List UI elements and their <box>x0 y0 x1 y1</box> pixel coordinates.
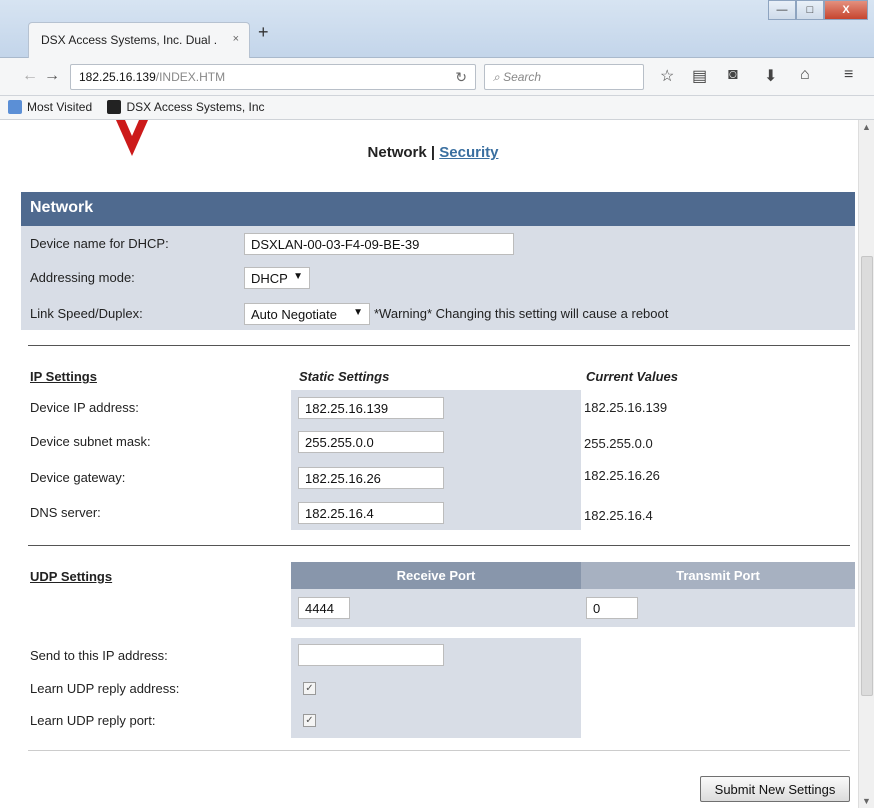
device-ip-current: 182.25.16.139 <box>584 400 668 415</box>
subnet-mask-label: Device subnet mask: <box>30 434 151 449</box>
send-to-ip-input[interactable] <box>298 644 444 666</box>
divider <box>28 545 850 546</box>
udp-ports-panel <box>291 589 855 627</box>
dns-server-input[interactable]: 182.25.16.4 <box>298 502 444 524</box>
link-speed-label: Link Speed/Duplex: <box>30 306 143 321</box>
udp-settings-heading: UDP Settings <box>30 569 113 584</box>
scroll-up-icon[interactable]: ▲ <box>862 122 871 132</box>
bookmarks-toolbar: Most Visited DSX Access Systems, Inc <box>0 96 874 120</box>
transmit-port-input[interactable]: 0 <box>586 597 638 619</box>
window-controls: — □ X <box>768 0 868 20</box>
settings-nav: Network | Security <box>8 144 858 161</box>
bookmark-star-icon[interactable]: ☆ <box>660 66 674 86</box>
device-ip-input[interactable]: 182.25.16.139 <box>298 397 444 419</box>
nav-security-link[interactable]: Security <box>439 144 498 161</box>
static-settings-heading: Static Settings <box>299 369 390 384</box>
gateway-input[interactable]: 182.25.16.26 <box>298 467 444 489</box>
receive-port-input[interactable]: 4444 <box>298 597 350 619</box>
navigation-toolbar: ← → 182.25.16.139/INDEX.HTM ↻ ⌕ Search ☆… <box>0 58 874 96</box>
forward-icon[interactable]: → <box>44 67 60 85</box>
receive-port-heading: Receive Port <box>291 562 581 589</box>
learn-udp-address-label: Learn UDP reply address: <box>30 681 180 696</box>
url-path: /INDEX.HTM <box>155 70 226 84</box>
gateway-label: Device gateway: <box>30 470 126 485</box>
vertical-scrollbar[interactable]: ▲ ▼ <box>858 120 874 808</box>
scrollbar-thumb[interactable] <box>861 256 873 696</box>
bookmark-dsx[interactable]: DSX Access Systems, Inc <box>107 100 265 114</box>
scroll-down-icon[interactable]: ▼ <box>862 796 871 806</box>
nav-separator: | <box>426 144 440 161</box>
tab-close-icon[interactable]: × <box>233 33 239 45</box>
browser-titlebar: DSX Access Systems, Inc. Dual ... × + — … <box>0 0 874 58</box>
network-section-header: Network <box>21 192 855 226</box>
ip-settings-heading: IP Settings <box>30 369 97 384</box>
bookmark-label: Most Visited <box>27 100 93 114</box>
pocket-icon[interactable]: ◙ <box>728 66 738 84</box>
browser-tab[interactable]: DSX Access Systems, Inc. Dual ... × <box>28 22 250 58</box>
dns-server-label: DNS server: <box>30 505 101 520</box>
chevron-down-icon: ▼ <box>293 271 303 282</box>
learn-udp-port-checkbox[interactable]: ✓ <box>303 714 316 727</box>
home-icon[interactable]: ⌂ <box>800 66 810 84</box>
addressing-mode-label: Addressing mode: <box>30 270 135 285</box>
addressing-mode-select[interactable]: DHCP ▼ <box>244 267 310 289</box>
address-bar[interactable]: 182.25.16.139/INDEX.HTM ↻ <box>70 64 476 90</box>
new-tab-button[interactable]: + <box>258 22 269 43</box>
close-window-button[interactable]: X <box>824 0 868 20</box>
link-speed-value: Auto Negotiate <box>251 307 338 322</box>
search-input[interactable]: ⌕ Search <box>484 64 644 90</box>
current-values-heading: Current Values <box>586 369 678 384</box>
learn-udp-address-checkbox[interactable]: ✓ <box>303 682 316 695</box>
addressing-mode-value: DHCP <box>251 271 288 286</box>
send-to-ip-label: Send to this IP address: <box>30 648 168 663</box>
learn-udp-port-label: Learn UDP reply port: <box>30 713 156 728</box>
menu-icon[interactable]: ≡ <box>844 66 853 84</box>
device-name-label: Device name for DHCP: <box>30 236 169 251</box>
back-icon[interactable]: ← <box>22 67 38 85</box>
dsx-favicon-icon <box>107 100 122 114</box>
tab-title: DSX Access Systems, Inc. Dual ... <box>41 33 217 47</box>
dns-server-current: 182.25.16.4 <box>584 508 653 523</box>
reload-icon[interactable]: ↻ <box>455 69 467 86</box>
subnet-mask-input[interactable]: 255.255.0.0 <box>298 431 444 453</box>
transmit-port-heading: Transmit Port <box>581 562 855 589</box>
device-name-input[interactable]: DSXLAN-00-03-F4-09-BE-39 <box>244 233 514 255</box>
minimize-button[interactable]: — <box>768 0 796 20</box>
nav-network: Network <box>367 144 427 161</box>
gateway-current: 182.25.16.26 <box>584 468 660 483</box>
reading-list-icon[interactable]: ▤ <box>692 66 707 86</box>
most-visited-icon <box>8 100 22 114</box>
search-icon: ⌕ <box>493 70 500 84</box>
subnet-mask-current: 255.255.0.0 <box>584 436 653 451</box>
divider <box>28 345 850 346</box>
url-host: 182.25.16.139 <box>79 70 156 84</box>
dsx-logo-inner <box>125 120 139 136</box>
submit-settings-button[interactable]: Submit New Settings <box>700 776 850 802</box>
link-speed-warning: *Warning* Changing this setting will cau… <box>374 306 669 321</box>
divider <box>28 750 850 751</box>
chevron-down-icon: ▼ <box>353 307 363 318</box>
maximize-button[interactable]: □ <box>796 0 824 20</box>
download-icon[interactable]: ⬇ <box>764 66 777 86</box>
search-placeholder: Search <box>503 70 542 84</box>
page-viewport: Network | Security Network Device name f… <box>8 120 858 808</box>
bookmark-most-visited[interactable]: Most Visited <box>8 100 92 114</box>
bookmark-label: DSX Access Systems, Inc <box>126 100 265 114</box>
link-speed-select[interactable]: Auto Negotiate ▼ <box>244 303 370 325</box>
device-ip-label: Device IP address: <box>30 400 139 415</box>
